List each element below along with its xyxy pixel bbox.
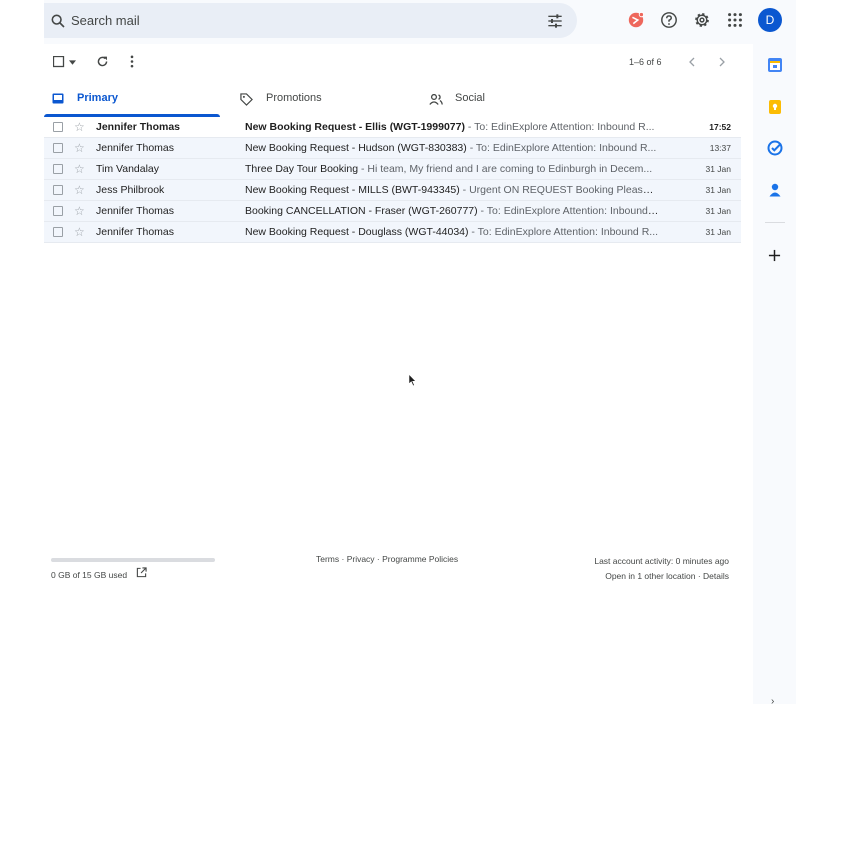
email-subject: New Booking Request - MILLS (BWT-943345) — [245, 184, 460, 196]
email-sender: Tim Vandalay — [96, 163, 160, 175]
star-icon[interactable]: ☆ — [74, 141, 85, 155]
email-sender: Jennifer Thomas — [96, 205, 175, 217]
apps-grid-icon[interactable] — [726, 11, 744, 29]
refresh-icon[interactable] — [96, 55, 109, 68]
status-icon[interactable] — [627, 11, 645, 29]
email-row[interactable]: ☆ Jess Philbrook New Booking Request - M… — [44, 180, 741, 201]
star-icon[interactable]: ☆ — [74, 162, 85, 176]
category-tabs: Primary Promotions Social — [44, 85, 744, 117]
row-checkbox[interactable] — [53, 227, 63, 237]
email-row[interactable]: ☆ Jennifer Thomas New Booking Request - … — [44, 138, 741, 159]
account-activity: Last account activity: 0 minutes ago Ope… — [594, 554, 729, 584]
row-checkbox[interactable] — [53, 164, 63, 174]
email-date: 31 Jan — [705, 185, 731, 195]
older-chevron-right-icon[interactable] — [719, 57, 725, 67]
tab-primary[interactable]: Primary — [44, 85, 220, 117]
add-addon-plus-icon[interactable] — [768, 249, 781, 262]
email-sender: Jennifer Thomas — [96, 142, 175, 154]
email-subject-line: New Booking Request - Hudson (WGT-830383… — [245, 142, 659, 154]
email-subject: Three Day Tour Booking — [245, 163, 359, 175]
activity-details-link[interactable]: Open in 1 other location · Details — [594, 569, 729, 584]
last-activity-text: Last account activity: 0 minutes ago — [594, 556, 729, 566]
email-subject: New Booking Request - Douglass (WGT-4403… — [245, 226, 469, 238]
tag-icon — [240, 93, 253, 106]
row-checkbox[interactable] — [53, 143, 63, 153]
email-date: 13:37 — [709, 143, 731, 153]
pagination-info: 1–6 of 6 — [629, 57, 662, 67]
search-bar[interactable]: Search mail — [44, 3, 577, 38]
email-date: 31 Jan — [705, 206, 731, 216]
email-subject-line: New Booking Request - MILLS (BWT-943345)… — [245, 184, 659, 196]
keep-icon[interactable] — [767, 99, 783, 115]
email-subject-line: New Booking Request - Douglass (WGT-4403… — [245, 226, 659, 238]
email-snippet: - To: EdinExplore Attention: Inbound R..… — [464, 121, 655, 133]
tab-social[interactable]: Social — [420, 85, 596, 117]
email-snippet: - Hi team, My friend and I are coming to… — [358, 163, 653, 175]
tab-promotions-label: Promotions — [266, 92, 322, 104]
select-all-checkbox[interactable] — [53, 56, 65, 68]
tab-promotions[interactable]: Promotions — [232, 85, 408, 117]
email-subject: Booking CANCELLATION - Fraser (WGT-26077… — [245, 205, 478, 217]
email-date: 31 Jan — [705, 164, 731, 174]
top-bar: Search mail D — [44, 0, 796, 44]
email-sender: Jess Philbrook — [96, 184, 165, 196]
email-row[interactable]: ☆ Jennifer Thomas Booking CANCELLATION -… — [44, 201, 741, 222]
search-input[interactable]: Search mail — [71, 13, 140, 28]
email-row[interactable]: ☆ Tim Vandalay Three Day Tour Booking - … — [44, 159, 741, 180]
email-sender: Jennifer Thomas — [96, 226, 175, 238]
email-date: 31 Jan — [705, 227, 731, 237]
search-options-icon[interactable] — [547, 14, 563, 28]
row-checkbox[interactable] — [53, 122, 63, 132]
email-sender: Jennifer Thomas — [96, 121, 181, 133]
newer-chevron-left-icon[interactable] — [689, 57, 695, 67]
storage-usage-text: 0 GB of 15 GB used — [51, 570, 128, 580]
email-snippet: - To: EdinExplore Attention: Inbound R..… — [466, 142, 657, 154]
star-icon[interactable]: ☆ — [74, 183, 85, 197]
tab-primary-label: Primary — [77, 92, 118, 104]
search-icon[interactable] — [50, 13, 66, 29]
email-snippet: - Urgent ON REQUEST Booking Please c... — [459, 184, 659, 196]
email-subject: New Booking Request - Hudson (WGT-830383… — [245, 142, 467, 154]
row-checkbox[interactable] — [53, 206, 63, 216]
people-icon — [429, 94, 443, 105]
email-row[interactable]: ☆ Jennifer Thomas New Booking Request - … — [44, 117, 741, 138]
show-side-panel-chevron-icon[interactable]: › — [771, 696, 774, 707]
select-dropdown-icon[interactable] — [69, 60, 76, 65]
tab-social-label: Social — [455, 92, 485, 104]
star-icon[interactable]: ☆ — [74, 225, 85, 239]
help-icon[interactable] — [660, 11, 678, 29]
storage-usage-bar — [51, 558, 215, 562]
footer-links[interactable]: Terms · Privacy · Programme Policies — [316, 554, 458, 564]
email-list: ☆ Jennifer Thomas New Booking Request - … — [44, 117, 741, 243]
email-date: 17:52 — [709, 122, 731, 132]
star-icon[interactable]: ☆ — [74, 120, 85, 134]
email-subject-line: Three Day Tour Booking - Hi team, My fri… — [245, 163, 659, 175]
more-options-icon[interactable] — [130, 55, 134, 68]
contacts-icon[interactable] — [767, 182, 783, 198]
email-snippet: - To: EdinExplore Attention: Inbound ... — [477, 205, 659, 217]
inbox-icon — [52, 93, 64, 104]
mail-list-panel: 1–6 of 6 Primary Promotions Social ☆ Jen… — [44, 44, 753, 704]
side-panel — [753, 44, 796, 704]
email-row[interactable]: ☆ Jennifer Thomas New Booking Request - … — [44, 222, 741, 243]
row-checkbox[interactable] — [53, 185, 63, 195]
email-subject: New Booking Request - Ellis (WGT-1999077… — [245, 121, 465, 133]
mouse-pointer-icon — [408, 373, 417, 387]
open-external-icon[interactable] — [136, 567, 147, 578]
tasks-icon[interactable] — [767, 140, 783, 156]
star-icon[interactable]: ☆ — [74, 204, 85, 218]
account-avatar[interactable]: D — [758, 8, 782, 32]
side-panel-divider — [765, 222, 785, 223]
calendar-icon[interactable] — [767, 57, 783, 73]
email-snippet: - To: EdinExplore Attention: Inbound R..… — [468, 226, 659, 238]
settings-gear-icon[interactable] — [693, 11, 711, 29]
email-subject-line: Booking CANCELLATION - Fraser (WGT-26077… — [245, 205, 659, 217]
email-subject-line: New Booking Request - Ellis (WGT-1999077… — [245, 121, 659, 133]
